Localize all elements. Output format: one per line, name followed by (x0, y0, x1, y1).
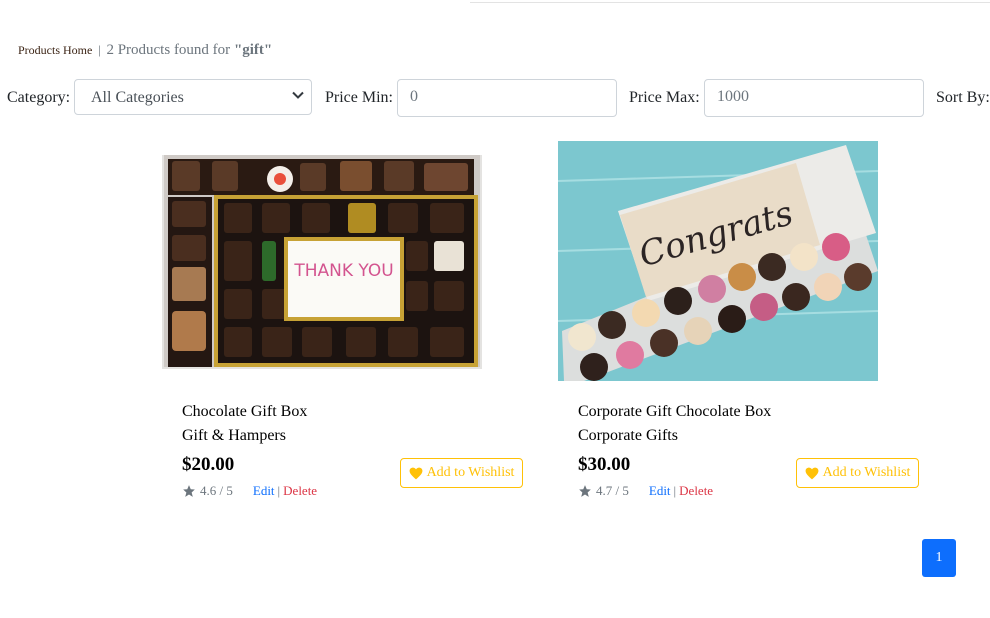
price-max-label: Price Max: (629, 89, 700, 106)
product-image[interactable]: Congrats (558, 141, 878, 381)
star-icon (579, 485, 591, 497)
category-select-value: All Categories (91, 89, 184, 106)
product-price: $20.00 (182, 454, 235, 475)
product-category: Corporate Gifts (578, 427, 678, 444)
price-min-value: 0 (410, 88, 418, 105)
rating-value: 4.7 / 5 (596, 483, 629, 498)
action-divider: | (673, 483, 677, 498)
edit-link[interactable]: Edit (649, 483, 671, 499)
thank-you-card-text: THANK YOU (293, 261, 393, 281)
rating-value: 4.6 / 5 (200, 483, 233, 498)
delete-link[interactable]: Delete (679, 483, 713, 499)
sort-by-label: Sort By: (936, 89, 990, 106)
product-image[interactable]: THANK YOU (162, 141, 482, 369)
star-icon (183, 485, 195, 497)
price-min-label: Price Min: (325, 89, 393, 106)
add-to-wishlist-button[interactable]: Add to Wishlist (796, 458, 919, 488)
price-max-input[interactable]: 1000 (704, 79, 924, 117)
wishlist-label: Add to Wishlist (426, 465, 515, 480)
header-divider (470, 2, 990, 3)
breadcrumb-home-link[interactable]: Products Home (18, 43, 92, 57)
heart-icon (409, 467, 422, 479)
wishlist-label: Add to Wishlist (822, 465, 911, 480)
pagination-page-button[interactable]: 1 (922, 539, 956, 577)
product-category: Gift & Hampers (182, 427, 286, 444)
breadcrumb: Products Home | 2 Products found for "gi… (18, 42, 272, 59)
filter-bar: Category: All Categories Price Min: 0 Pr… (0, 79, 990, 117)
action-divider: | (277, 483, 281, 498)
product-price: $30.00 (578, 454, 631, 475)
chevron-down-icon (292, 91, 304, 99)
breadcrumb-separator: | (98, 42, 101, 57)
category-label: Category: (7, 89, 71, 106)
heart-icon (805, 467, 818, 479)
edit-link[interactable]: Edit (253, 483, 275, 499)
price-min-input[interactable]: 0 (397, 79, 617, 117)
product-name[interactable]: Chocolate Gift Box (182, 403, 307, 421)
product-name[interactable]: Corporate Gift Chocolate Box (578, 403, 771, 421)
product-rating: 4.7 / 5 Edit | Delete (578, 483, 713, 499)
price-max-value: 1000 (717, 88, 749, 105)
category-select[interactable]: All Categories (74, 79, 312, 115)
delete-link[interactable]: Delete (283, 483, 317, 499)
product-rating: 4.6 / 5 Edit | Delete (182, 483, 317, 499)
search-query: "gift" (233, 42, 273, 58)
add-to-wishlist-button[interactable]: Add to Wishlist (400, 458, 523, 488)
results-count-text: 2 Products found for (106, 42, 231, 58)
